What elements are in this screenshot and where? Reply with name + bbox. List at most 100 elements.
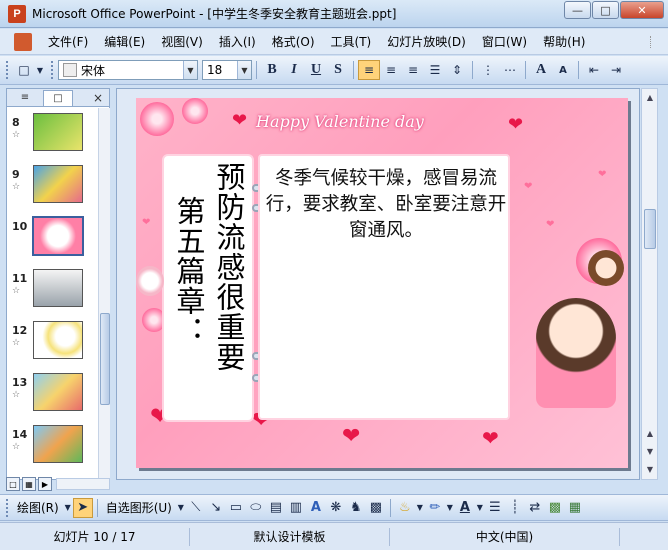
toolbar-grip-2[interactable] [51,61,54,79]
slide-counter: 幻灯片 10 / 17 [0,527,190,546]
underline-button[interactable]: U [305,60,327,80]
toolbar-separator [256,61,257,79]
clipart-icon[interactable]: ♞ [346,498,366,518]
menu-edit[interactable]: 编辑(E) [96,33,153,50]
arrow-style-icon[interactable]: ⇄ [525,498,545,518]
decrease-indent-icon[interactable]: ⇤ [583,60,605,80]
new-document-icon[interactable]: □ [13,60,35,80]
panel-horizontal-scrollbar[interactable] [56,478,110,490]
slide-thumbnail[interactable]: 11 ☆ [7,264,97,314]
body-text[interactable]: 冬季气候较干燥，感冒易流行，要求教室、卧室要注意开窗通风。 [264,166,508,244]
toolbar-grip[interactable] [6,498,9,517]
font-color-icon[interactable]: A [455,498,475,518]
vertical-textbox-icon[interactable]: ▥ [286,498,306,518]
bullet-list-icon[interactable]: ⋯ [499,60,521,80]
chevron-down-icon[interactable]: ▼ [63,498,73,518]
menu-view[interactable]: 视图(V) [153,33,211,50]
grow-font-button[interactable]: A [530,60,552,80]
menu-help[interactable]: 帮助(H) [535,33,593,50]
close-button[interactable]: ✕ [620,1,664,19]
numbered-list-icon[interactable]: ⋮ [477,60,499,80]
scrollbar-thumb[interactable] [100,313,110,405]
vertical-align-icon[interactable]: ⇕ [446,60,468,80]
slide-thumbnail[interactable]: 12 ☆ [7,316,97,366]
picture-icon[interactable]: ▩ [366,498,386,518]
chevron-up-icon[interactable]: ▲ [644,91,656,103]
editor-scrollbar[interactable]: ▲ ▲ ▼ ▼ [641,88,658,480]
chevron-down-icon[interactable]: ▼ [237,61,251,79]
chevron-down-icon[interactable]: ▼ [415,498,425,518]
animation-star-icon: ☆ [12,182,21,192]
dash-style-icon[interactable]: ┊ [505,498,525,518]
shadow-button[interactable]: S [327,60,349,80]
distribute-icon[interactable]: ☰ [424,60,446,80]
menu-file[interactable]: 文件(F) [40,33,96,50]
fill-color-icon[interactable]: ♨ [395,498,415,518]
slide-number: 13 [12,376,28,389]
select-pointer-icon[interactable]: ➤ [72,497,93,518]
thumbnail-scrollbar[interactable] [98,108,110,480]
outline-tab-icon[interactable]: ≡ [10,90,40,106]
toolbar-separator [96,498,98,517]
slide-sorter-view-icon[interactable]: ▦ [22,477,36,491]
slide-number: 9 [12,168,20,181]
slide-preview [33,269,83,307]
slide-thumbnail[interactable]: 8 ☆ [7,108,97,158]
heading-column-2: 第五篇章： [172,196,206,346]
bold-button[interactable]: B [261,60,283,80]
wordart-icon[interactable]: A [306,498,326,518]
slideshow-view-icon[interactable]: ▶ [38,477,52,491]
menu-format[interactable]: 格式(O) [264,33,323,50]
line-color-icon[interactable]: ✏ [425,498,445,518]
menu-window[interactable]: 窗口(W) [474,33,535,50]
chevron-down-icon[interactable]: ▼ [445,498,455,518]
shrink-font-button[interactable]: A [552,60,574,80]
chevron-down-icon[interactable]: ▼ [644,463,656,475]
align-center-icon[interactable]: ≡ [380,60,402,80]
font-size-select[interactable]: 18 ▼ [202,60,252,80]
animation-star-icon: ☆ [12,390,21,400]
toolbar-grip[interactable] [6,61,9,79]
draw-menu-button[interactable]: 绘图(R) [13,499,63,516]
chevron-down-icon[interactable]: ▼ [475,498,485,518]
arrow-icon[interactable]: ↘ [206,498,226,518]
slide-thumbnail-selected[interactable]: 10 [7,212,97,262]
slide-thumbnail[interactable]: 14 ☆ [7,420,97,470]
chevron-down-icon[interactable]: ▼ [183,61,197,79]
increase-indent-icon[interactable]: ⇥ [605,60,627,80]
previous-slide-icon[interactable]: ▲ [644,427,656,439]
menu-slideshow[interactable]: 幻灯片放映(D) [379,33,474,50]
line-icon[interactable]: ⟍ [186,498,206,518]
heading-card: 预防流感很重要 第五篇章： [162,154,254,422]
minimize-button[interactable]: — [564,1,591,19]
close-icon[interactable]: × [93,91,103,105]
italic-button[interactable]: I [283,60,305,80]
menu-tools[interactable]: 工具(T) [323,33,380,50]
animation-star-icon: ☆ [12,442,21,452]
shadow-icon[interactable]: ▩ [545,498,565,518]
3d-icon[interactable]: ▦ [565,498,585,518]
align-right-icon[interactable]: ≡ [402,60,424,80]
maximize-button[interactable]: □ [592,1,619,19]
next-slide-icon[interactable]: ▼ [644,445,656,457]
textbox-icon[interactable]: ▤ [266,498,286,518]
scrollbar-thumb[interactable] [644,209,656,249]
slide-canvas[interactable]: Happy Valentine day ❤ ❤ ❤ ❤ ❤ ❤ ❤ ❤ ❤ ❤ … [136,98,628,468]
slide-thumbnail[interactable]: 13 ☆ [7,368,97,418]
menu-insert[interactable]: 插入(I) [211,33,264,50]
document-menu-icon[interactable] [14,32,32,51]
font-name-select[interactable]: 宋体 ▼ [58,60,198,80]
rectangle-icon[interactable]: ▭ [226,498,246,518]
line-style-icon[interactable]: ☰ [485,498,505,518]
chevron-down-icon[interactable]: ▼ [176,498,186,518]
autoshapes-menu-button[interactable]: 自选图形(U) [102,499,176,516]
decoration-flower [182,98,208,124]
diagram-icon[interactable]: ❋ [326,498,346,518]
slides-tab-icon[interactable]: □ [43,89,73,106]
oval-icon[interactable]: ⬭ [246,498,266,518]
chevron-down-icon[interactable]: ▼ [35,60,45,80]
normal-view-icon[interactable]: □ [6,477,20,491]
slide-preview [33,113,83,151]
slide-thumbnail[interactable]: 9 ☆ [7,160,97,210]
align-left-icon[interactable]: ≡ [358,60,380,80]
